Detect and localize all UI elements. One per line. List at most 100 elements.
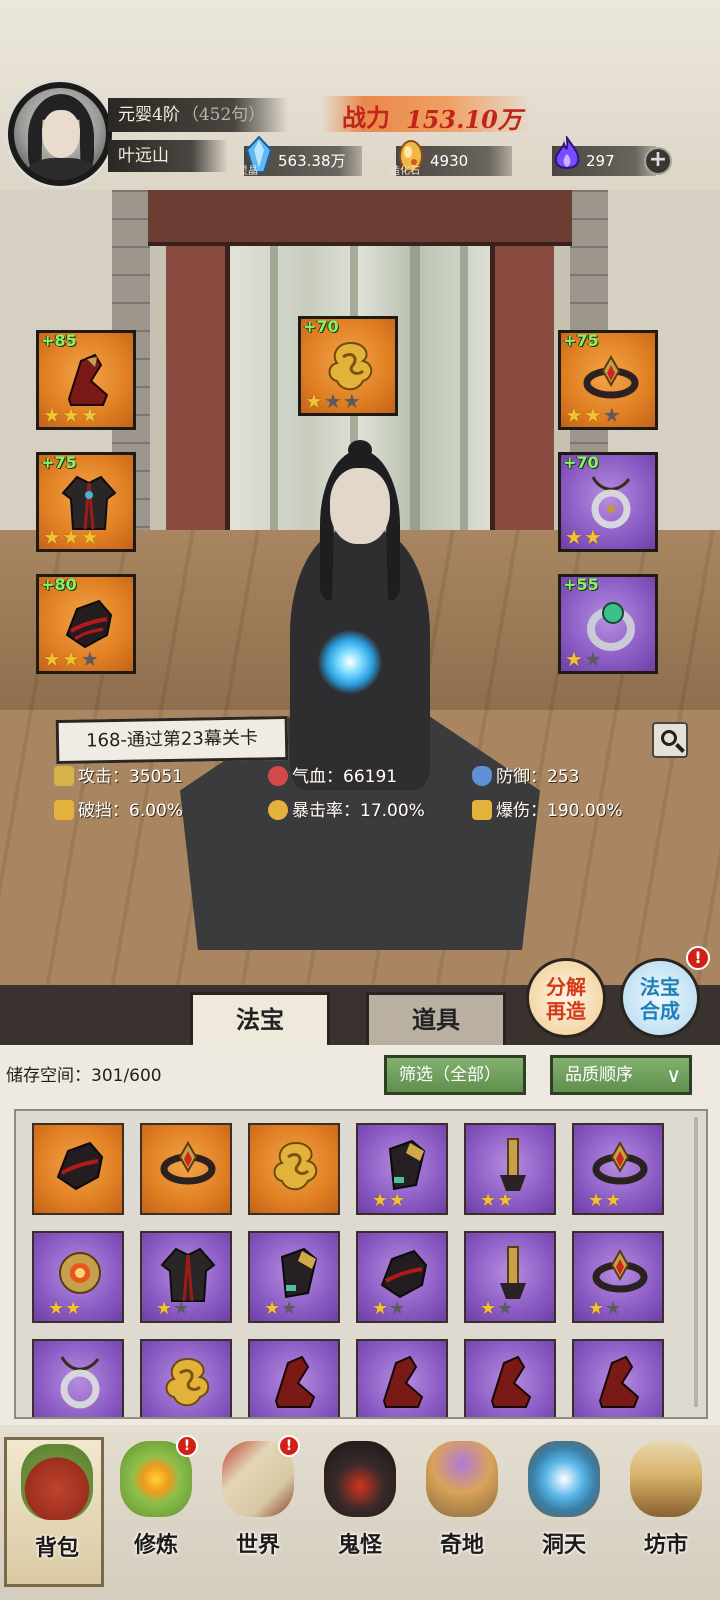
equip-level: +75: [563, 331, 599, 350]
nav-demon-egg[interactable]: 鬼怪: [310, 1437, 410, 1587]
crit-icon: [268, 800, 288, 820]
nav-floating-isle[interactable]: 奇地: [412, 1437, 512, 1587]
inventory-item[interactable]: ★★: [572, 1231, 664, 1323]
attribute-panel: 攻击：35051 气血：66191 防御：253 破挡：6.00% 暴击率：17…: [48, 766, 688, 838]
equip-slot-center[interactable]: +70 ★★★: [298, 316, 398, 416]
star-filled-icon: ★: [389, 1190, 407, 1211]
nav-lotus[interactable]: 修炼!: [106, 1435, 206, 1587]
equip-stars: ★★★: [305, 391, 362, 411]
boot-icon: [490, 1355, 532, 1408]
inventory-item[interactable]: ★★: [248, 1231, 340, 1323]
equip-slot-right-3[interactable]: +55 ★★: [558, 574, 658, 674]
stage-progress-tag[interactable]: 168-通过第23幕关卡: [55, 715, 289, 765]
inventory-item[interactable]: [248, 1339, 340, 1417]
inventory-item[interactable]: [140, 1123, 232, 1215]
filter-button[interactable]: 筛选（全部）: [384, 1055, 526, 1095]
item-stars: ★★: [480, 1191, 514, 1211]
inventory-item[interactable]: ★★: [32, 1231, 124, 1323]
tab-items[interactable]: 道具: [366, 992, 506, 1048]
tab-bar: [0, 985, 720, 1045]
inventory-item[interactable]: ★★: [464, 1231, 556, 1323]
inventory-scrollbar[interactable]: [694, 1117, 698, 1407]
decompose-label-1: 分解: [546, 975, 586, 999]
equip-slot-left-2[interactable]: +75 ★★★: [36, 452, 136, 552]
inventory-item[interactable]: [572, 1339, 664, 1417]
combine-treasure-button[interactable]: 法宝 合成: [620, 958, 700, 1038]
gauntlet-icon: [56, 1141, 104, 1191]
star-filled-icon: ★: [156, 1298, 174, 1319]
item-stars: ★★: [156, 1299, 190, 1319]
star-filled-icon: ★: [480, 1298, 498, 1319]
equip-slot-left-1[interactable]: +85 ★★★: [36, 330, 136, 430]
item-stars: ★★: [48, 1299, 82, 1319]
item-stars: ★★: [480, 1299, 514, 1319]
inventory-item[interactable]: [356, 1339, 448, 1417]
golden-cloud-icon: [328, 341, 373, 391]
crown-icon: [592, 1140, 648, 1185]
inventory-item[interactable]: ★★: [572, 1123, 664, 1215]
inventory-item[interactable]: [32, 1339, 124, 1417]
inventory-item[interactable]: ★★: [140, 1231, 232, 1323]
magnifier-icon: [661, 730, 677, 746]
inventory-grid: ★★ ★★ ★★ ★★ ★★ ★★ ★★ ★★ ★★: [14, 1109, 708, 1419]
equip-level: +70: [303, 317, 339, 336]
purple-flame-icon: [554, 136, 580, 169]
nav-label: 奇地: [439, 1532, 484, 1558]
equip-stars: ★★: [565, 649, 603, 669]
star-filled-icon: ★: [65, 1298, 83, 1319]
star-filled-icon: ★: [565, 647, 584, 671]
equip-slot-left-3[interactable]: +80 ★★★: [36, 574, 136, 674]
inventory-item[interactable]: ★★: [356, 1123, 448, 1215]
nav-market-stall[interactable]: 坊市: [616, 1437, 716, 1587]
notification-badge: !: [278, 1435, 300, 1457]
equip-level: +80: [41, 575, 77, 594]
equip-slot-right-2[interactable]: +70 ★★: [558, 452, 658, 552]
sort-dropdown[interactable]: 品质顺序 ∨: [550, 1055, 692, 1095]
combine-label-1: 法宝: [640, 975, 680, 999]
shield-icon: [472, 766, 492, 786]
combine-label-2: 合成: [640, 999, 680, 1023]
belt-icon: [500, 1138, 526, 1191]
gauntlet-icon: [65, 599, 113, 649]
inventory-panel: 储存空间：301/600 筛选（全部） 品质顺序 ∨ ★★ ★★ ★★ ★★ ★★ ★★ ★★…: [0, 1045, 720, 1425]
inventory-item[interactable]: [464, 1339, 556, 1417]
floating-isle-icon: [426, 1441, 498, 1517]
star-filled-icon: ★: [565, 403, 584, 427]
inventory-item[interactable]: [248, 1123, 340, 1215]
nav-label: 背包: [34, 1535, 79, 1561]
player-avatar[interactable]: [8, 82, 112, 186]
player-character: [160, 440, 560, 960]
stat-break-value: 破挡：6.00%: [78, 801, 184, 821]
add-currency-button[interactable]: +: [644, 147, 672, 175]
tab-treasures[interactable]: 法宝: [190, 992, 330, 1048]
inventory-item[interactable]: [32, 1123, 124, 1215]
currency-caption: 造化石: [390, 166, 420, 177]
nav-bag[interactable]: 背包: [4, 1437, 104, 1587]
nav-portal[interactable]: 洞天: [514, 1437, 614, 1587]
currency-creation-stone: 造化石 4930: [390, 140, 512, 177]
boot-icon: [67, 353, 109, 406]
equip-slot-right-1[interactable]: +75 ★★★: [558, 330, 658, 430]
stat-crit-dmg-value: 爆伤：190.00%: [496, 801, 623, 821]
robe-icon: [160, 1247, 216, 1302]
sort-label: 品质顺序: [565, 1065, 633, 1085]
combat-power-label: 战力: [342, 103, 390, 132]
decompose-button[interactable]: 分解 再造: [526, 958, 606, 1038]
crit-damage-icon: [472, 800, 492, 820]
inventory-item[interactable]: ★★: [356, 1231, 448, 1323]
market-stall-icon: [630, 1441, 702, 1517]
inventory-item[interactable]: ★★: [464, 1123, 556, 1215]
spirit-orb: [318, 630, 382, 694]
star-filled-icon: ★: [305, 389, 324, 413]
nav-scroll-map[interactable]: 世界!: [208, 1435, 308, 1587]
golden-cloud-icon: [165, 1357, 210, 1407]
stat-attack-value: 攻击：35051: [78, 767, 184, 787]
star-empty-icon: ★: [605, 1298, 623, 1319]
stat-crit-rate-value: 暴击率：17.00%: [292, 801, 425, 821]
currency-spirit-crystal: 灵晶 563.38万: [238, 136, 362, 177]
magnify-button[interactable]: [652, 722, 688, 758]
star-filled-icon: ★: [565, 525, 584, 549]
bracer-icon: [388, 1139, 426, 1191]
inventory-item[interactable]: [140, 1339, 232, 1417]
equip-stars: ★★★: [43, 527, 100, 547]
